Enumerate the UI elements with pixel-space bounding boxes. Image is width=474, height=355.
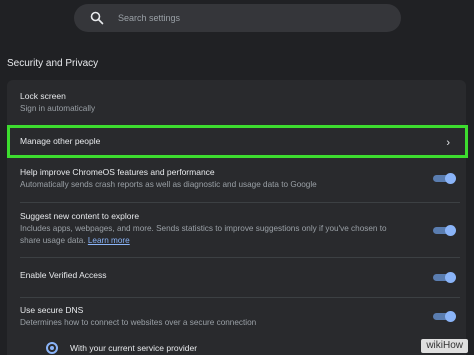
help-improve-toggle[interactable] <box>433 173 458 184</box>
suggest-content-toggle[interactable] <box>433 225 458 236</box>
learn-more-link[interactable]: Learn more <box>88 236 130 245</box>
secure-dns-title: Use secure DNS <box>20 305 84 315</box>
help-improve-row: Help improve ChromeOS features and perfo… <box>7 160 466 200</box>
dns-provider-label: With your current service provider <box>70 343 198 353</box>
section-title: Security and Privacy <box>7 58 99 69</box>
manage-other-people-row[interactable]: Manage other people › <box>7 125 468 158</box>
toggle-knob <box>445 173 456 184</box>
toggle-knob <box>445 272 456 283</box>
suggest-content-subtitle-end: share usage data. <box>20 236 86 245</box>
search-bar[interactable] <box>74 4 401 32</box>
verified-access-toggle[interactable] <box>433 272 458 283</box>
search-input[interactable] <box>118 11 388 25</box>
manage-other-people-title: Manage other people <box>20 136 101 146</box>
help-improve-title: Help improve ChromeOS features and perfo… <box>20 167 215 177</box>
toggle-knob <box>445 225 456 236</box>
chevron-right-icon: › <box>446 137 450 149</box>
secure-dns-row: Use secure DNS Determines how to connect… <box>7 298 466 338</box>
lock-screen-title: Lock screen <box>20 91 66 101</box>
suggest-content-title: Suggest new content to explore <box>20 211 140 221</box>
toggle-knob <box>445 311 456 322</box>
secure-dns-subtitle: Determines how to connect to websites ov… <box>20 318 257 327</box>
secure-dns-toggle[interactable] <box>433 311 458 322</box>
verified-access-row: Enable Verified Access <box>7 258 466 298</box>
lock-screen-subtitle: Sign in automatically <box>20 104 96 113</box>
wikihow-watermark: wikiHow <box>421 339 468 353</box>
radio-dot <box>50 346 54 350</box>
suggest-content-row: Suggest new content to explore Includes … <box>7 203 466 257</box>
verified-access-title: Enable Verified Access <box>20 270 107 280</box>
lock-screen-row[interactable]: Lock screen Sign in automatically <box>7 80 466 120</box>
suggest-content-subtitle-line2: share usage data. Learn more <box>20 235 130 247</box>
suggest-content-subtitle: Includes apps, webpages, and more. Sends… <box>20 224 387 233</box>
help-improve-subtitle: Automatically sends crash reports as wel… <box>20 180 317 189</box>
dns-provider-radio[interactable] <box>46 342 58 354</box>
search-icon <box>90 11 104 25</box>
settings-card: Lock screen Sign in automatically Manage… <box>7 80 468 355</box>
